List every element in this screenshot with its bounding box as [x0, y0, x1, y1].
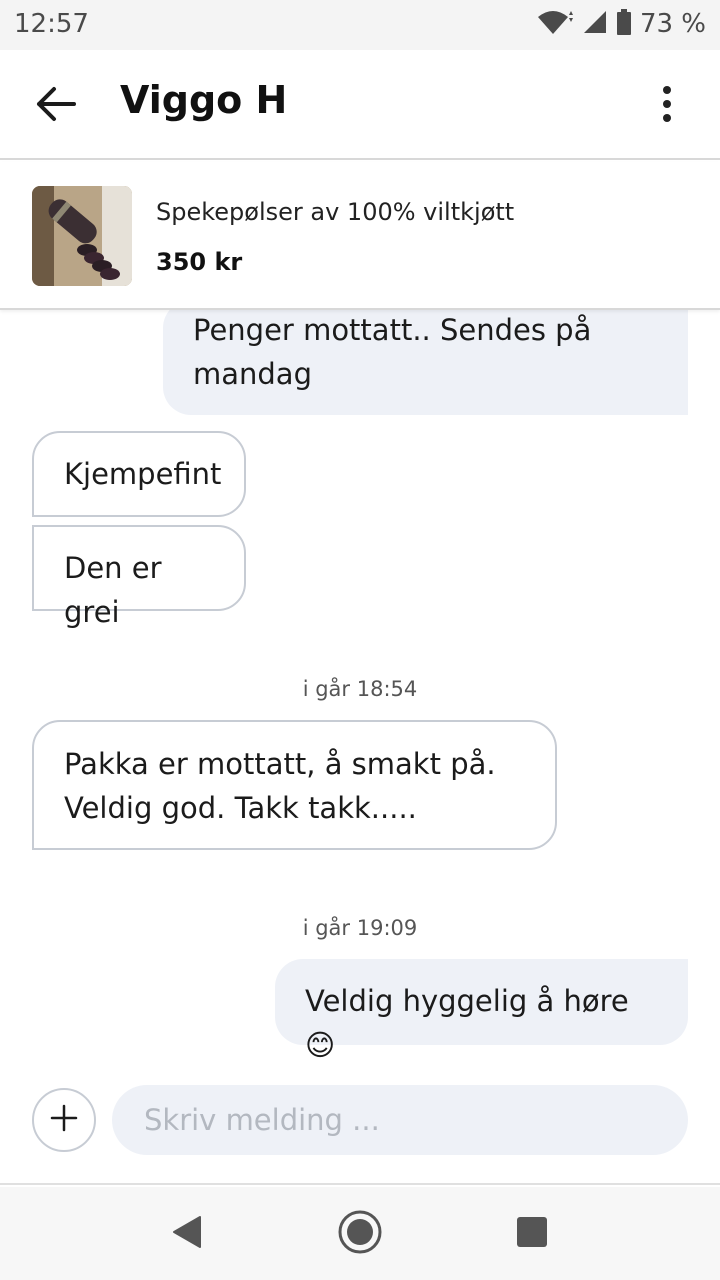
status-bar: 12:57 73 % [0, 0, 720, 50]
recents-square-icon [516, 1216, 548, 1252]
nav-recents-button[interactable] [505, 1207, 559, 1261]
add-attachment-button[interactable] [32, 1088, 96, 1152]
back-arrow-icon [36, 86, 76, 126]
back-button[interactable] [30, 80, 82, 132]
more-vert-icon [663, 86, 671, 94]
listing-title: Spekepølser av 100% viltkjøtt [156, 198, 515, 226]
message-input[interactable] [112, 1085, 688, 1155]
app-bar: Viggo H [0, 50, 720, 160]
message-line: Penger mottatt.. Sendes på [193, 313, 592, 347]
more-options-button[interactable] [652, 82, 682, 126]
message-outgoing: Veldig hyggelig å høre 😊 [275, 959, 688, 1062]
nav-back-button[interactable] [160, 1207, 214, 1261]
message-incoming: Pakka er mottatt, å smakt på. Veldig god… [32, 720, 557, 850]
message-incoming: Kjempefint [32, 431, 246, 517]
message-timestamp: i går 18:54 [302, 677, 418, 701]
status-icons: 73 % [536, 9, 706, 39]
message-outgoing: Penger mottatt.. Sendes på mandag [163, 310, 688, 415]
plus-icon [50, 1104, 78, 1136]
message-line: Pakka er mottatt, å smakt på. [64, 747, 496, 781]
conversation-title: Viggo H [120, 78, 288, 122]
message-composer [0, 1070, 720, 1185]
battery-percent: 73 % [639, 9, 706, 39]
battery-icon [616, 9, 632, 39]
wifi-icon [536, 9, 574, 39]
message-line: mandag [193, 357, 312, 391]
status-time: 12:57 [14, 9, 89, 39]
home-circle-icon [336, 1208, 384, 1260]
message-line: Veldig hyggelig å høre 😊 [305, 984, 629, 1062]
listing-thumbnail [32, 186, 132, 286]
back-triangle-icon [170, 1214, 204, 1254]
signal-icon [582, 9, 608, 39]
message-line: Veldig god. Takk takk..... [64, 791, 417, 825]
message-incoming: Den er grei [32, 525, 246, 629]
message-line: Den er grei [64, 551, 162, 629]
nav-home-button[interactable] [333, 1207, 387, 1261]
message-line: Kjempefint [64, 457, 222, 491]
message-list[interactable]: Penger mottatt.. Sendes på mandag Kjempe… [0, 310, 720, 1070]
listing-card[interactable]: Spekepølser av 100% viltkjøtt 350 kr [0, 162, 720, 310]
system-nav-bar [0, 1187, 720, 1280]
message-timestamp: i går 19:09 [302, 916, 418, 940]
listing-price: 350 kr [156, 248, 243, 276]
